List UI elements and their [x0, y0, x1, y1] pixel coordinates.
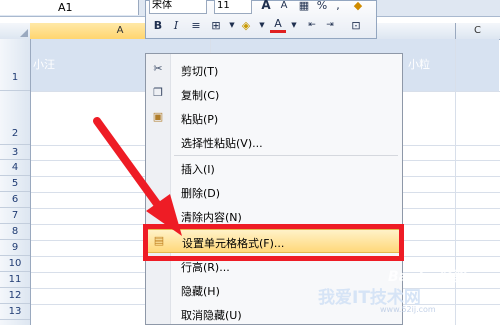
- arrow-shaft: [93, 117, 164, 212]
- watermark-url: www.52ij.com: [380, 305, 436, 314]
- annotation-box: [143, 224, 404, 261]
